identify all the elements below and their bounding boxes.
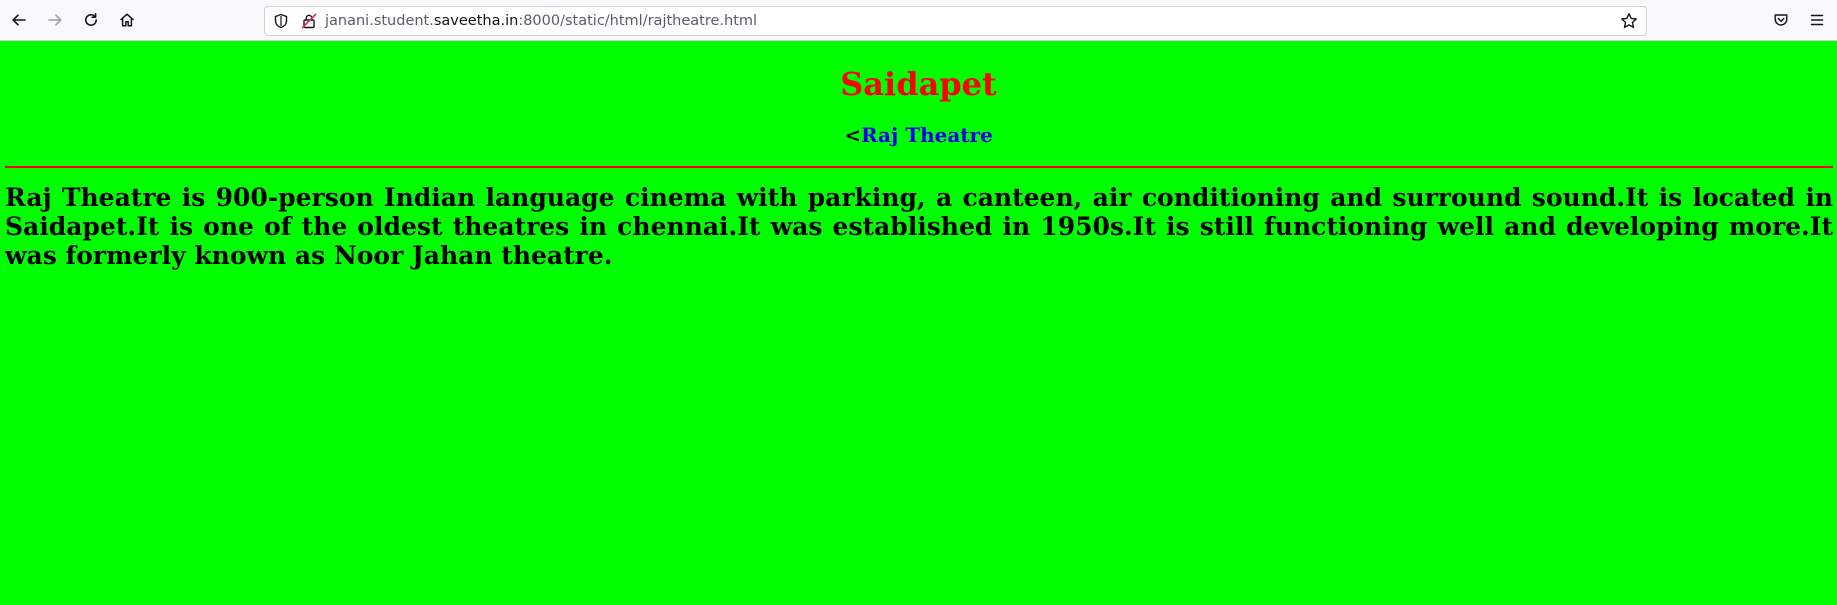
horizontal-rule [5,166,1833,168]
url-host: saveetha.in [433,13,519,29]
nav-prefix: < [844,123,861,147]
page-content: Saidapet <Raj Theatre Raj Theatre is 900… [0,41,1837,605]
pocket-icon [1774,14,1788,26]
page-title: Saidapet [840,65,997,103]
description-paragraph: Raj Theatre is 900-person Indian languag… [5,183,1833,270]
shield-icon[interactable] [273,13,289,29]
url-text[interactable]: janani.student.saveetha.in:8000/static/h… [325,12,757,30]
star-icon[interactable] [1620,12,1638,30]
url-prefix: janani.student. [325,13,434,29]
home-icon [120,13,134,27]
url-suffix: :8000/static/html/rajtheatre.html [518,13,758,29]
forward-button[interactable] [42,7,68,33]
browser-toolbar: janani.student.saveetha.in:8000/static/h… [0,0,1837,41]
back-link-row: <Raj Theatre [0,123,1837,147]
forward-arrow-icon [48,14,62,26]
menu-button[interactable] [1804,7,1830,33]
pocket-button[interactable] [1768,7,1794,33]
reload-button[interactable] [78,7,104,33]
back-button[interactable] [6,7,32,33]
home-button[interactable] [114,7,140,33]
reload-icon [85,13,97,26]
insecure-lock-icon[interactable] [301,13,317,29]
address-bar[interactable]: janani.student.saveetha.in:8000/static/h… [264,6,1647,36]
hamburger-menu-icon [1810,14,1824,26]
back-arrow-icon [12,14,26,26]
raj-theatre-link[interactable]: Raj Theatre [861,123,993,147]
